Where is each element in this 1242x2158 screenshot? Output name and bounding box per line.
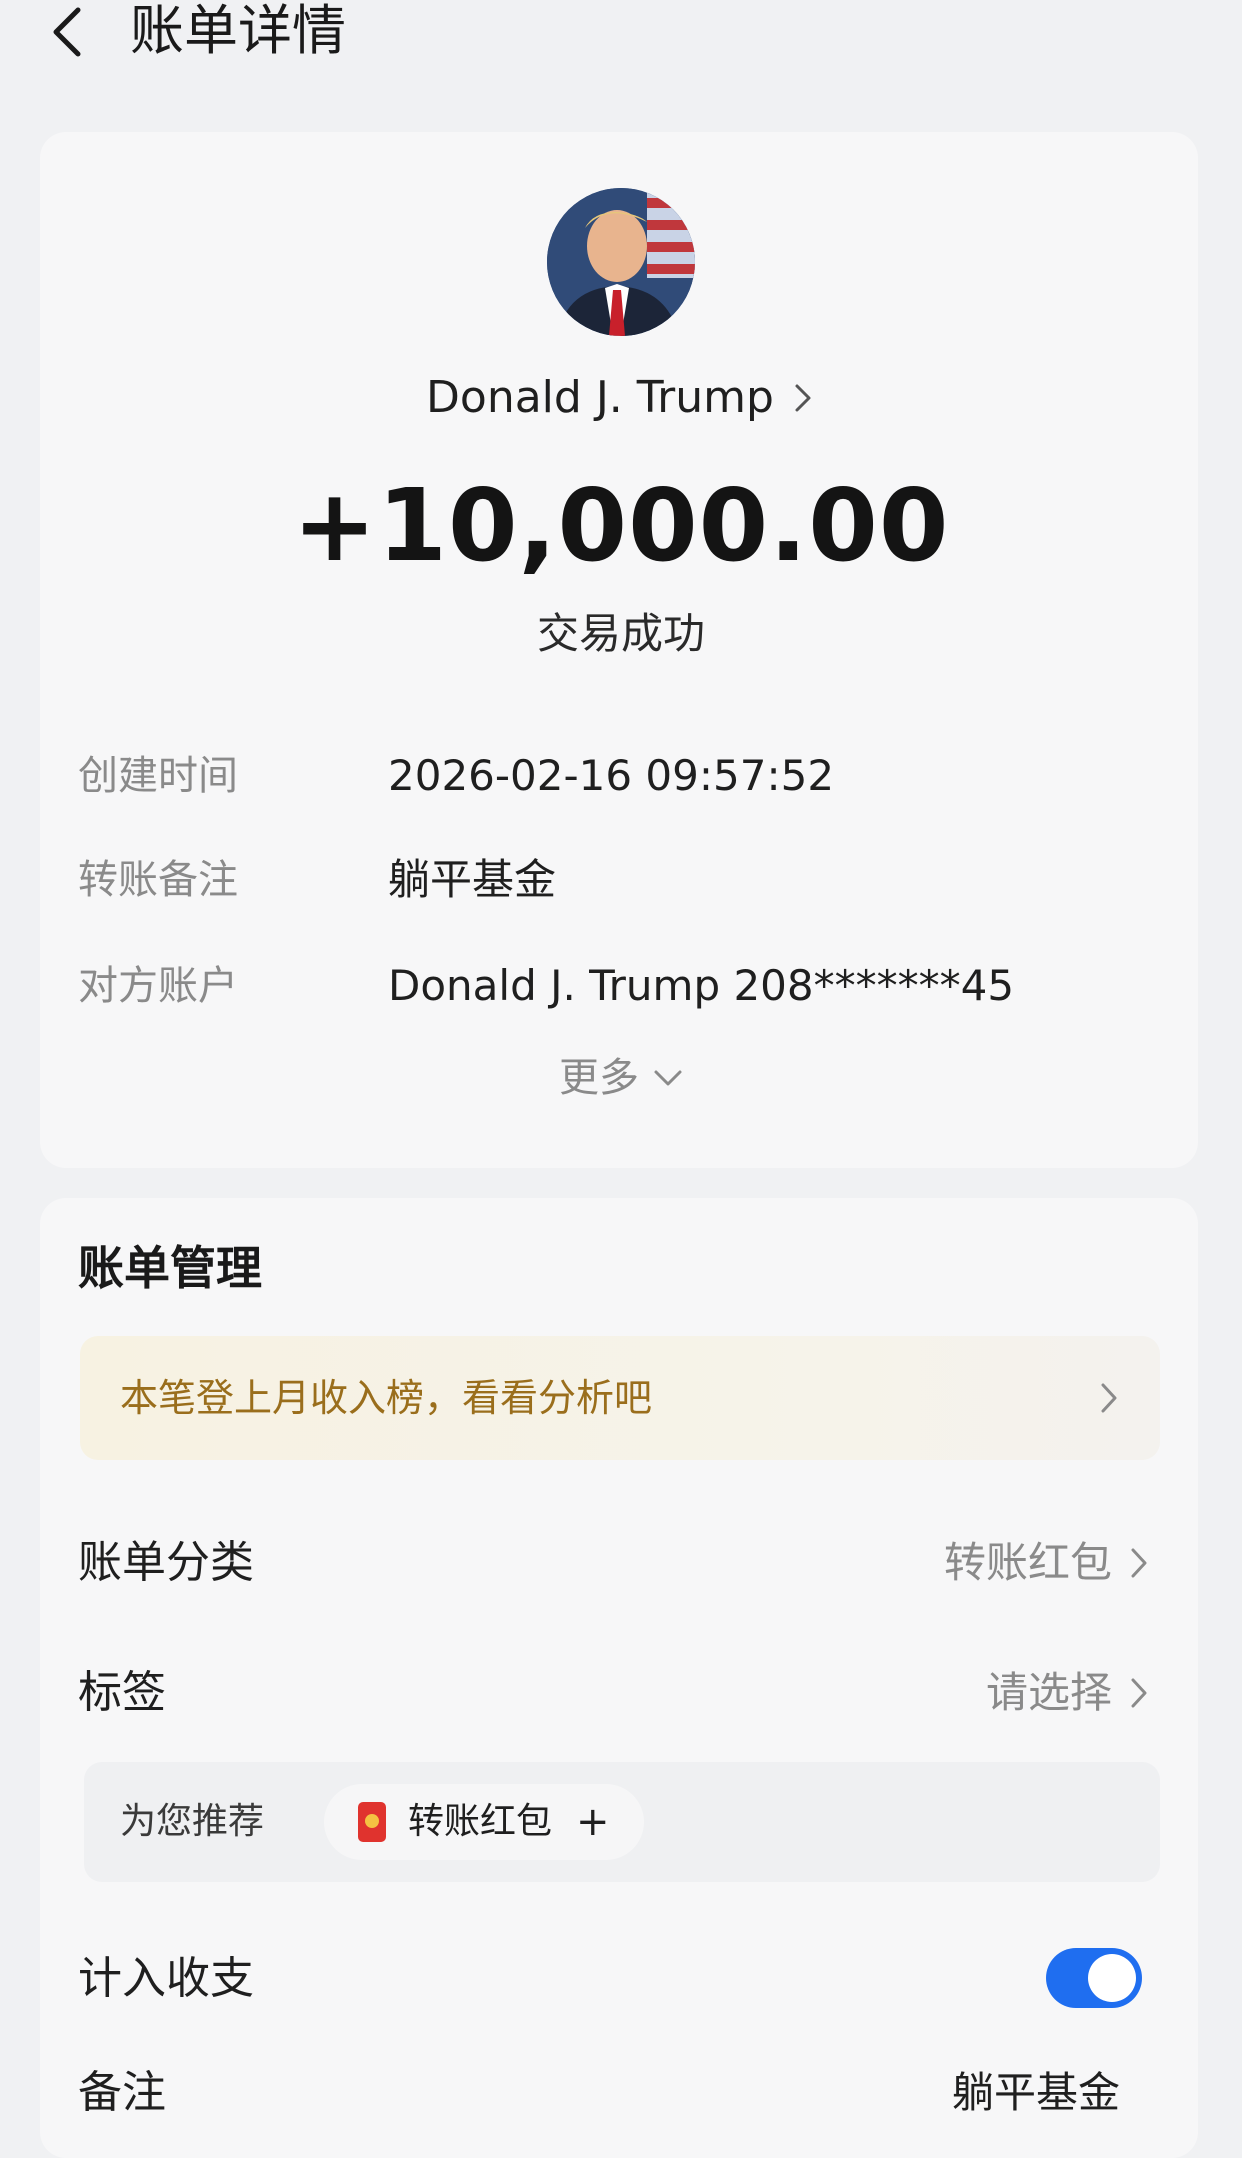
setting-label: 标签	[78, 1667, 166, 1718]
red-packet-icon	[358, 1802, 386, 1842]
detail-value: Donald J. Trump 208*******45	[388, 961, 1015, 1010]
chevron-right-icon	[1130, 1528, 1154, 1598]
chevron-left-icon	[53, 7, 81, 57]
detail-row-created-time: 创建时间 2026-02-16 09:57:52	[78, 746, 1178, 806]
income-ranking-banner[interactable]: 本笔登上月收入榜，看看分析吧	[80, 1336, 1160, 1460]
banner-text: 本笔登上月收入榜，看看分析吧	[120, 1376, 653, 1420]
include-toggle[interactable]	[1046, 1948, 1142, 2008]
detail-label: 创建时间	[78, 753, 238, 799]
detail-label: 对方账户	[78, 963, 238, 1009]
payee-name: Donald J. Trump	[426, 372, 774, 423]
avatar[interactable]	[547, 188, 695, 336]
setting-value: 转账红包	[943, 1538, 1112, 1587]
chevron-right-icon	[794, 368, 816, 428]
chip-label: 转账红包	[408, 1801, 553, 1842]
setting-label: 账单分类	[78, 1537, 254, 1588]
payee-link[interactable]: Donald J. Trump	[0, 368, 1242, 428]
setting-label: 备注	[78, 2067, 166, 2118]
chevron-right-icon	[1130, 1658, 1154, 1728]
detail-value: 2026-02-16 09:57:52	[388, 751, 835, 800]
recommended-tag-chip[interactable]: 转账红包 +	[324, 1784, 644, 1860]
setting-value: 请选择	[985, 1668, 1112, 1717]
more-button[interactable]: 更多	[0, 1050, 1242, 1106]
chevron-right-icon	[1100, 1336, 1124, 1460]
more-label: 更多	[559, 1055, 639, 1101]
detail-label: 转账备注	[78, 857, 238, 903]
avatar-image	[547, 188, 695, 336]
recommend-label: 为您推荐	[120, 1801, 265, 1842]
tags-row[interactable]: 标签 请选择	[78, 1658, 1162, 1728]
transaction-status: 交易成功	[536, 609, 705, 658]
bill-category-row[interactable]: 账单分类 转账红包	[78, 1528, 1162, 1598]
recommended-tags: 为您推荐 转账红包 +	[84, 1762, 1160, 1882]
transaction-amount: +10,000.00	[292, 467, 950, 584]
detail-value: 躺平基金	[388, 855, 557, 904]
include-in-balance-row: 计入收支	[78, 1944, 1162, 2014]
top-bar: 账单详情	[0, 0, 1242, 70]
plus-icon: +	[576, 1799, 610, 1845]
detail-row-counterparty-account: 对方账户 Donald J. Trump 208*******45	[78, 956, 1178, 1016]
chevron-down-icon	[653, 1050, 683, 1106]
note-value: 躺平基金	[951, 2068, 1120, 2117]
section-title: 账单管理	[78, 1241, 262, 1295]
note-row[interactable]: 备注 躺平基金	[78, 2058, 1162, 2128]
toggle-knob	[1088, 1954, 1136, 2002]
setting-label: 计入收支	[78, 1953, 254, 2004]
page-title: 账单详情	[130, 0, 346, 62]
detail-row-transfer-note: 转账备注 躺平基金	[78, 850, 1178, 910]
back-button[interactable]	[42, 2, 92, 62]
